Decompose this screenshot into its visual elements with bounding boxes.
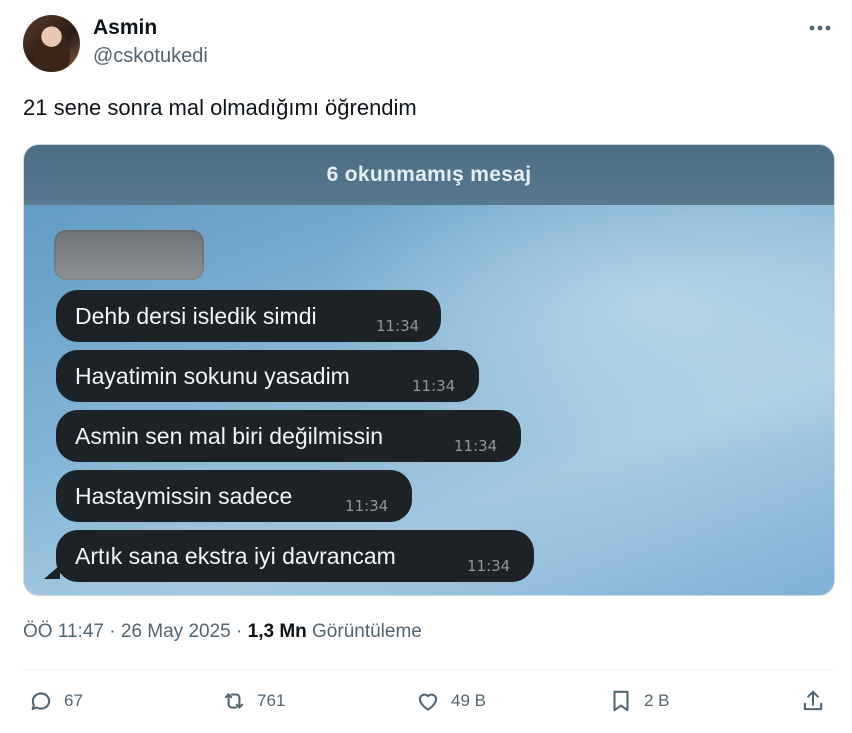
tweet-time[interactable]: ÖÖ 11:47 <box>23 621 104 642</box>
more-options-icon[interactable] <box>806 14 834 42</box>
chat-bubble: Artık sana ekstra iyi davrancam 11:34 <box>56 530 534 582</box>
unread-messages-banner: 6 okunmamış mesaj <box>24 145 834 205</box>
tweet-date[interactable]: 26 May 2025 <box>121 621 231 642</box>
like-button[interactable]: 49 B <box>415 688 486 714</box>
views-count: 1,3 Mn <box>247 621 307 642</box>
repost-button[interactable]: 761 <box>221 688 285 714</box>
tweet-meta: ÖÖ 11:47 · 26 May 2025 · 1,3 Mn Görüntül… <box>23 621 422 643</box>
share-button[interactable] <box>800 688 826 714</box>
tweet-text: 21 sene sonra mal olmadığımı öğrendim <box>23 95 417 120</box>
bookmark-icon <box>613 690 629 712</box>
action-bar: 67 761 49 B 2 B <box>0 688 852 724</box>
reply-button[interactable]: 67 <box>28 688 83 714</box>
share-icon <box>803 690 823 711</box>
chat-bubble-text: Artık sana ekstra iyi davrancam <box>75 542 396 569</box>
chat-bubble: Asmin sen mal biri değilmissin 11:34 <box>56 410 521 462</box>
bookmark-count: 2 B <box>644 691 670 710</box>
chat-bubble: Hastaymissin sadece 11:34 <box>56 470 412 522</box>
chat-bubble-text: Dehb dersi isledik simdi <box>75 302 317 329</box>
chat-bubble-time: 11:34 <box>345 497 389 515</box>
like-count: 49 B <box>451 691 486 710</box>
meta-separator: · <box>109 621 116 642</box>
chat-bubble-time: 11:34 <box>454 437 498 455</box>
repost-icon <box>224 693 244 709</box>
chat-bubble-time: 11:34 <box>467 557 511 575</box>
chat-bubble: Hayatimin sokunu yasadim 11:34 <box>56 350 479 402</box>
author-name[interactable]: Asmin <box>93 16 157 40</box>
author-handle[interactable]: @cskotukedi <box>93 45 208 68</box>
chat-bubble-time: 11:34 <box>376 317 420 335</box>
bookmark-button[interactable]: 2 B <box>608 688 670 714</box>
tweet-media-image[interactable]: 6 okunmamış mesaj Dehb dersi isledik sim… <box>23 144 835 596</box>
meta-separator: · <box>236 621 243 642</box>
views-label: Görüntüleme <box>312 621 422 642</box>
chat-bubble-text: Hayatimin sokunu yasadim <box>75 362 350 389</box>
chat-bubble-text: Hastaymissin sadece <box>75 482 293 509</box>
reply-count: 67 <box>64 691 83 710</box>
chat-bubble-time: 11:34 <box>412 377 456 395</box>
divider <box>23 669 834 670</box>
avatar[interactable] <box>23 15 80 72</box>
reply-icon <box>31 692 51 711</box>
chat-bubble-tail <box>44 565 60 579</box>
heart-icon <box>418 693 438 711</box>
repost-count: 761 <box>257 691 286 710</box>
chat-bubble-text: Asmin sen mal biri değilmissin <box>75 422 384 449</box>
chat-bubble: Dehb dersi isledik simdi 11:34 <box>56 290 441 342</box>
redacted-block <box>54 230 204 280</box>
